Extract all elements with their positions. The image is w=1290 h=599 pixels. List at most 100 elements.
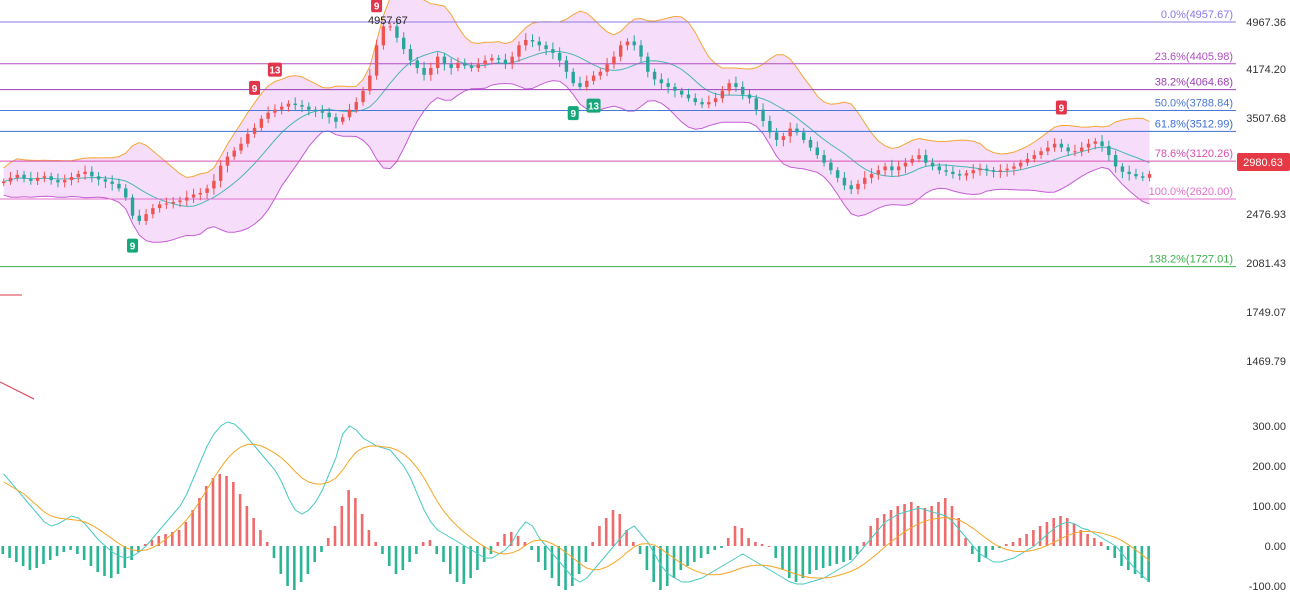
- macd-histogram-bar: [374, 542, 377, 546]
- macd-histogram-bar: [218, 474, 222, 546]
- candle-body: [259, 118, 264, 128]
- macd-histogram-bar: [198, 498, 201, 546]
- macd-histogram-bar: [354, 498, 357, 546]
- current-price-tag: 2980.63: [1237, 153, 1290, 171]
- candle-body: [252, 127, 257, 134]
- candle-body: [1086, 143, 1091, 148]
- macd-histogram-bar: [177, 530, 181, 546]
- macd-histogram-bar: [645, 546, 649, 570]
- macd-histogram-bar: [381, 546, 384, 554]
- macd-histogram-bar: [82, 546, 86, 560]
- candle-body: [1113, 155, 1118, 167]
- candle-body: [1127, 171, 1131, 175]
- candle-body: [347, 109, 352, 118]
- candle-body: [1025, 158, 1030, 163]
- candle-body: [774, 132, 779, 140]
- candle-body: [808, 139, 813, 148]
- candle-body: [42, 176, 47, 178]
- macd-histogram-bar: [713, 546, 716, 550]
- price-axis-tick: 1749.07: [1246, 307, 1286, 319]
- macd-histogram-bar: [808, 546, 811, 574]
- candle-body: [1073, 151, 1077, 153]
- macd-histogram-bar: [699, 546, 703, 558]
- macd-histogram-bar: [828, 546, 832, 566]
- macd-histogram-bar: [340, 506, 344, 546]
- macd-histogram-bar: [69, 546, 72, 550]
- macd-histogram-bar: [855, 546, 859, 554]
- candle-body: [313, 109, 318, 112]
- macd-histogram-bar: [286, 546, 289, 586]
- macd-histogram-bar: [442, 546, 445, 562]
- macd-histogram-bar: [367, 530, 371, 546]
- candle-body: [503, 59, 508, 65]
- macd-histogram-bar: [232, 482, 235, 546]
- candle-body: [1012, 166, 1016, 169]
- sequence-marker-label: 9: [252, 84, 258, 95]
- macd-histogram-bar: [937, 502, 940, 546]
- candle-body: [551, 49, 555, 53]
- fib-label: 100.0%(2620.00): [1149, 186, 1233, 198]
- macd-histogram-bar: [1113, 546, 1117, 558]
- macd-histogram-bar: [1032, 530, 1035, 546]
- macd-histogram-bar: [320, 546, 323, 552]
- macd-histogram-bar: [916, 506, 920, 546]
- candle-body: [2, 181, 6, 184]
- candle-body: [266, 112, 270, 119]
- macd-histogram-bar: [598, 526, 601, 546]
- candle-body: [327, 112, 331, 118]
- candle-body: [103, 179, 108, 182]
- macd-axis-tick: 100.00: [1252, 501, 1286, 513]
- macd-histogram-bar: [957, 518, 961, 546]
- macd-histogram-bar: [923, 508, 927, 546]
- candle-body: [456, 62, 460, 69]
- candle-body: [741, 86, 745, 95]
- candle-body: [374, 45, 379, 76]
- candle-body: [944, 170, 948, 172]
- macd-histogram-bar: [191, 510, 194, 546]
- macd-histogram-bar: [1004, 544, 1008, 546]
- macd-histogram-bar: [591, 542, 594, 546]
- candle-body: [666, 83, 670, 87]
- candle-body: [747, 94, 752, 99]
- macd-histogram-bar: [116, 546, 120, 574]
- macd-histogram-bar: [204, 486, 208, 546]
- macd-histogram-bar: [611, 510, 615, 546]
- macd-histogram-bar: [801, 546, 805, 578]
- macd-histogram-bar: [184, 522, 188, 546]
- candle-body: [442, 56, 447, 65]
- fib-label: 138.2%(1727.01): [1149, 254, 1233, 266]
- macd-histogram-bar: [272, 546, 276, 558]
- macd-histogram-bar: [1106, 546, 1110, 550]
- macd-histogram-bar: [28, 546, 32, 570]
- sequence-marker-label: 9: [1059, 104, 1065, 115]
- macd-histogram-bar: [42, 546, 45, 564]
- macd-histogram-bar: [767, 546, 771, 547]
- macd-histogram-bar: [415, 546, 418, 554]
- candle-body: [964, 173, 969, 176]
- candle-body: [1066, 147, 1070, 152]
- macd-histogram-bar: [313, 546, 316, 562]
- candle-body: [320, 111, 325, 113]
- candle-body: [598, 71, 603, 76]
- macd-histogram-bar: [1, 546, 5, 554]
- macd-histogram-bar: [76, 546, 79, 554]
- candle-body: [876, 170, 881, 175]
- macd-histogram-bar: [787, 546, 791, 578]
- macd-histogram-bar: [299, 546, 303, 582]
- macd-histogram-bar: [794, 546, 798, 582]
- candle-body: [110, 181, 114, 184]
- macd-histogram-bar: [435, 546, 439, 554]
- macd-histogram-bar: [910, 502, 913, 546]
- macd-histogram-bar: [279, 546, 283, 574]
- candle-body: [557, 52, 562, 61]
- candle-body: [1019, 162, 1023, 167]
- macd-histogram-bar: [869, 526, 872, 546]
- macd-histogram-bar: [245, 506, 249, 546]
- macd-axis-tick: 0.00: [1265, 541, 1286, 553]
- candle-body: [1141, 176, 1145, 178]
- price-axis-tick: 2476.93: [1246, 209, 1286, 221]
- macd-histogram-bar: [293, 546, 296, 590]
- candle-body: [815, 147, 819, 156]
- candle-body: [863, 177, 867, 184]
- macd-histogram-bar: [632, 542, 635, 546]
